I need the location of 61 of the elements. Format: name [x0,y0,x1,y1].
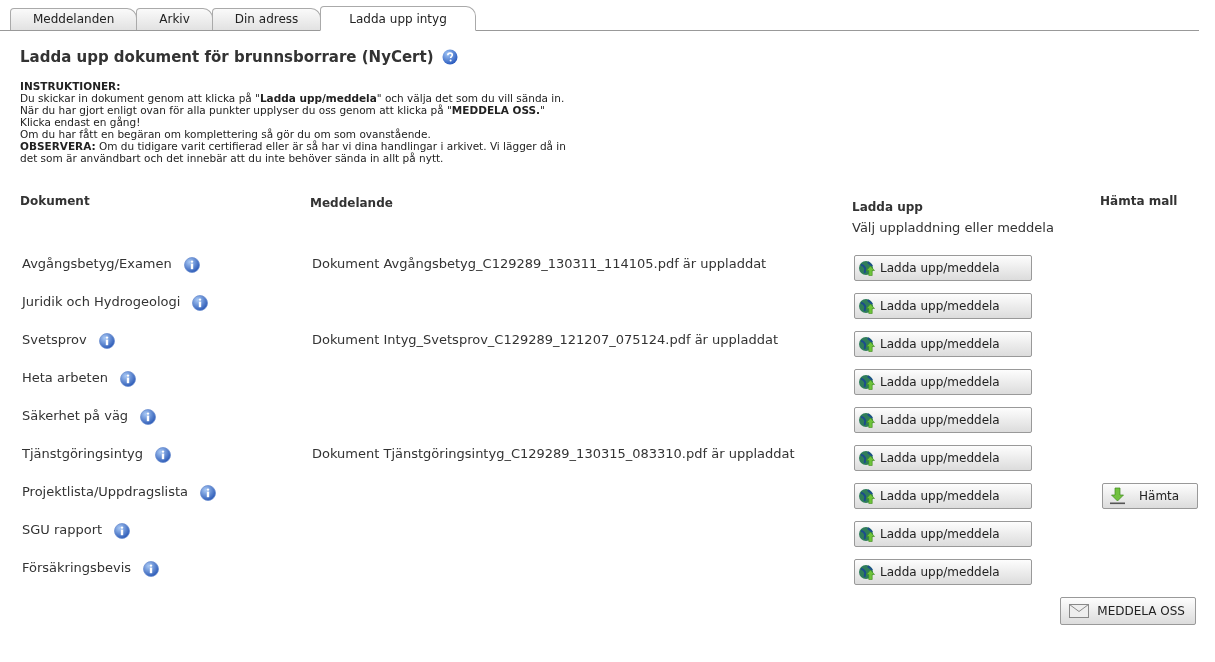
document-name: Heta arbeten [22,370,108,385]
instructions-title: INSTRUKTIONER: [20,80,122,92]
document-name: SGU rapport [22,522,103,537]
upload-button[interactable]: Ladda upp/meddela [854,521,1032,547]
globe-upload-icon [858,411,876,429]
instruction-text: OBSERVERA: Om du tidigare varit certifierad eller är så har vi dina handlingar i arkivet. Vi lägger då in [20,140,567,152]
upload-button[interactable]: Ladda upp/meddela [854,255,1032,281]
instruction-text: Du skickar in dokument genom att klicka på "Ladda upp/meddela" och välja det som du vill sända in. [20,92,566,104]
document-name: Säkerhet på väg [22,408,129,423]
page-heading: Ladda upp dokument för brunnsborrare (NyCert) [20,48,434,66]
upload-button[interactable]: Ladda upp/meddela [854,293,1032,319]
globe-upload-icon [858,335,876,353]
upload-button[interactable]: Ladda upp/meddela [854,559,1032,585]
info-icon[interactable] [119,371,136,387]
upload-button[interactable]: Ladda upp/meddela [854,331,1032,357]
info-icon[interactable] [114,523,131,539]
column-header: Ladda upp [852,200,923,214]
tab[interactable]: Meddelanden [10,8,138,30]
upload-button[interactable]: Ladda upp/meddela [854,445,1032,471]
upload-hint: Välj uppladdning eller meddela [852,220,1055,235]
instruction-text: det som är användbart och det innebär att du inte behöver sända in allt på nytt. [20,152,445,164]
document-name: Avgångsbetyg/Examen [22,256,172,271]
upload-button[interactable]: Ladda upp/meddela [854,407,1032,433]
submit-button[interactable]: MEDDELA OSS [1060,597,1196,625]
globe-upload-icon [858,373,876,391]
info-icon[interactable] [183,257,200,273]
column-header: Dokument [20,194,90,208]
instruction-text: Om du har fått en begäran om komplettering så gör du om som ovanstående. [20,128,432,140]
globe-upload-icon [858,563,876,581]
upload-button[interactable]: Ladda upp/meddela [854,369,1032,395]
info-icon[interactable] [199,485,216,501]
globe-upload-icon [858,525,876,543]
document-name: Tjänstgöringsintyg [22,446,143,461]
envelope-icon [1069,604,1090,618]
document-name: Svetsprov [22,332,87,347]
info-icon[interactable] [192,295,209,311]
info-icon[interactable] [143,561,160,577]
info-icon[interactable] [154,447,171,463]
status-message: Dokument Avgångsbetyg_C129289_130311_114105.pdf är uppladdat [312,256,767,271]
document-name: Projektlista/Uppdragslista [22,484,188,499]
upload-button[interactable]: Ladda upp/meddela [854,483,1032,509]
column-header: Hämta mall [1100,194,1178,208]
tab[interactable]: Din adress [211,8,322,30]
globe-upload-icon [858,449,876,467]
globe-upload-icon [858,297,876,315]
status-message: Dokument Intyg_Svetsprov_C129289_121207_075124.pdf är uppladdat [312,332,778,347]
column-header: Meddelande [310,196,393,210]
globe-upload-icon [858,487,876,505]
document-name: Försäkringsbevis [22,560,132,575]
instruction-text: Klicka endast en gång! [20,116,142,128]
instruction-text: När du har gjort enligt ovan för alla punkter upplyser du oss genom att klicka på "MEDDELA OSS." [20,104,546,116]
info-icon[interactable] [98,333,115,349]
download-button[interactable]: Hämta [1102,483,1198,509]
status-message: Dokument Tjänstgöringsintyg_C129289_130315_083310.pdf är uppladdat [312,446,795,461]
download-icon [1109,487,1127,505]
globe-upload-icon [858,259,876,277]
help-icon[interactable] [441,49,458,65]
tab[interactable]: Arkiv [136,8,213,30]
tab[interactable]: Ladda upp intyg [320,6,476,31]
document-name: Juridik och Hydrogeologi [22,294,181,309]
info-icon[interactable] [140,409,157,425]
